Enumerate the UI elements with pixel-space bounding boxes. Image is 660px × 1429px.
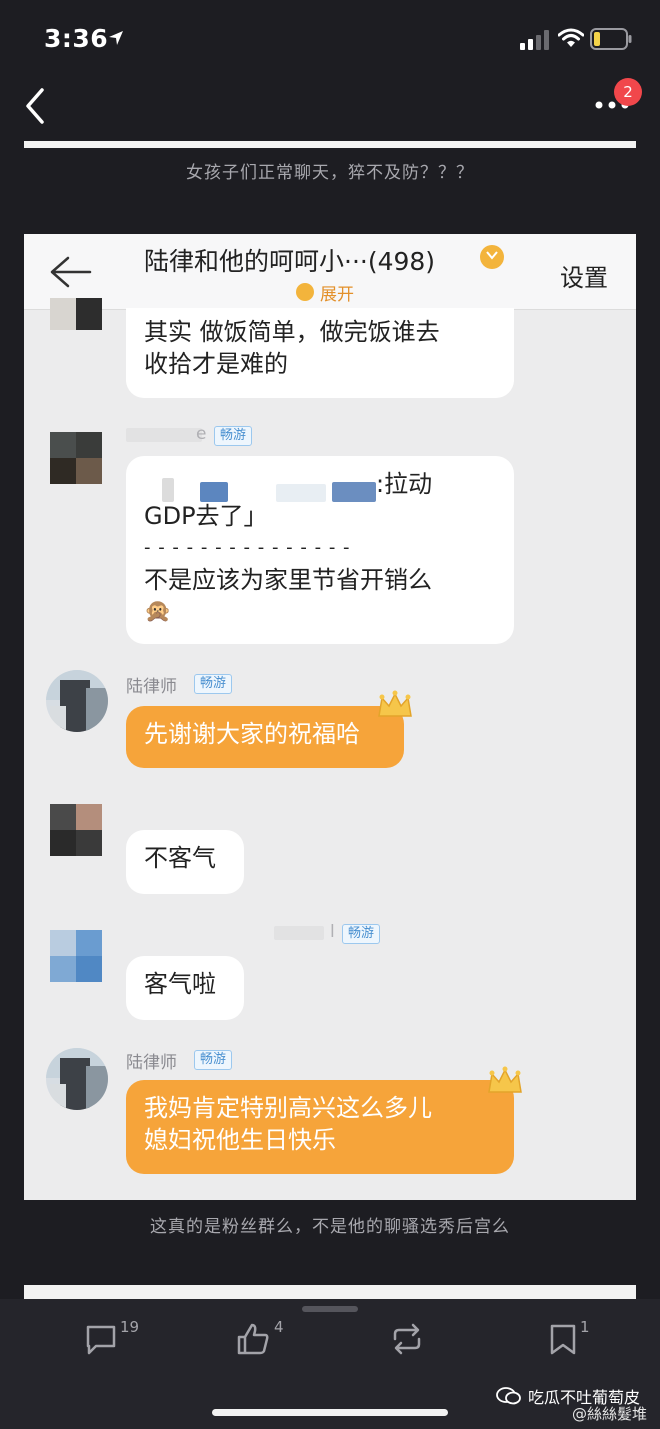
user-tag: 畅游 <box>194 674 233 694</box>
watermark-handle: @絲絲髮堆 <box>572 1405 648 1423</box>
crown-icon <box>378 690 412 717</box>
vip-check-mark <box>486 251 498 260</box>
sender-name: l <box>330 922 335 942</box>
message-line: GDP去了」 <box>144 502 268 530</box>
message-line: 收拾才是难的 <box>144 350 288 378</box>
caption-bottom: 这真的是粉丝群么，不是他的聊骚选秀后宫么 <box>150 1217 510 1237</box>
chat-header: 陆律和他的呵呵小···(498) 展开 设置 <box>24 234 636 310</box>
like-icon <box>237 1323 269 1355</box>
wechat-icon <box>496 1387 521 1405</box>
back-chevron-icon[interactable] <box>22 86 48 126</box>
repost-icon <box>393 1323 421 1355</box>
notification-badge: 2 <box>614 78 642 106</box>
redacted-text <box>200 482 228 502</box>
wifi-icon <box>558 28 584 47</box>
message-bubble[interactable]: 其实 做饭简单，做完饭谁去 收拾才是难的 <box>126 308 514 398</box>
location-arrow-icon <box>109 31 123 45</box>
redacted-text <box>332 482 376 502</box>
avatar[interactable] <box>50 432 102 484</box>
monkey-emoji: 🙊 <box>144 599 172 624</box>
redacted-text <box>276 484 326 502</box>
message-line: 其实 做饭简单，做完饭谁去 <box>144 318 440 346</box>
message-bubble[interactable]: 不客气 <box>126 830 244 894</box>
avatar[interactable] <box>46 1048 108 1110</box>
grab-handle[interactable] <box>302 1306 358 1312</box>
sender-name: e <box>196 424 207 444</box>
message-line: 我妈肯定特别高兴这么多儿 <box>144 1094 432 1122</box>
message-bubble[interactable]: 客气啦 <box>126 956 244 1020</box>
user-tag: 畅游 <box>342 924 381 944</box>
message-bubble[interactable]: 先谢谢大家的祝福哈 <box>126 706 404 768</box>
back-arrow-icon[interactable] <box>46 254 92 290</box>
home-indicator[interactable] <box>212 1409 448 1416</box>
redacted-sender <box>274 926 324 940</box>
repost-button[interactable] <box>390 1318 430 1358</box>
sender-name: 陆律师 <box>126 677 177 697</box>
expand-icon <box>296 283 314 301</box>
comment-icon <box>86 1325 116 1355</box>
user-tag: 畅游 <box>214 426 253 446</box>
favorite-button[interactable]: 1 <box>546 1318 596 1358</box>
status-time: 3:36 <box>44 24 109 53</box>
battery-icon <box>590 28 632 50</box>
redacted-sender <box>126 428 202 442</box>
message-bubble[interactable]: 我妈肯定特别高兴这么多儿 媳妇祝他生日快乐 <box>126 1080 514 1174</box>
avatar[interactable] <box>46 670 108 732</box>
caption-top: 女孩子们正常聊天，猝不及防？？？ <box>186 163 474 183</box>
message-bubble[interactable]: :拉动 GDP去了」 - - - - - - - - - - - - - - -… <box>126 456 514 644</box>
avatar[interactable] <box>50 298 102 330</box>
like-count: 4 <box>274 1318 284 1336</box>
next-image-edge <box>24 1285 636 1299</box>
favorite-icon <box>550 1324 576 1355</box>
chat-screenshot: 陆律和他的呵呵小···(498) 展开 设置 其实 做饭简单，做完饭谁去 收拾才… <box>24 234 636 1200</box>
message-line: 媳妇祝他生日快乐 <box>144 1126 336 1154</box>
comment-count: 19 <box>120 1318 140 1336</box>
chat-title: 陆律和他的呵呵小···(498) <box>144 247 436 276</box>
comment-button[interactable]: 19 <box>84 1318 144 1358</box>
signal-icon <box>520 30 549 50</box>
sender-name: 陆律师 <box>126 1053 177 1073</box>
settings-button[interactable]: 设置 <box>560 258 608 293</box>
favorite-count: 1 <box>580 1318 590 1336</box>
status-bar: 3:36 <box>0 0 660 80</box>
redacted-text <box>162 478 174 502</box>
user-tag: 畅游 <box>194 1050 233 1070</box>
like-button[interactable]: 4 <box>236 1318 292 1358</box>
previous-image-edge <box>24 141 636 148</box>
message-line: 客气啦 <box>144 970 216 998</box>
expand-label: 展开 <box>320 285 354 305</box>
message-line: 先谢谢大家的祝福哈 <box>144 720 360 748</box>
message-line: 不是应该为家里节省开销么 <box>144 566 432 594</box>
avatar[interactable] <box>50 930 102 982</box>
message-line: - - - - - - - - - - - - - - - <box>144 537 351 558</box>
message-line: 不客气 <box>144 844 216 872</box>
crown-icon <box>488 1066 522 1093</box>
avatar[interactable] <box>50 804 102 856</box>
